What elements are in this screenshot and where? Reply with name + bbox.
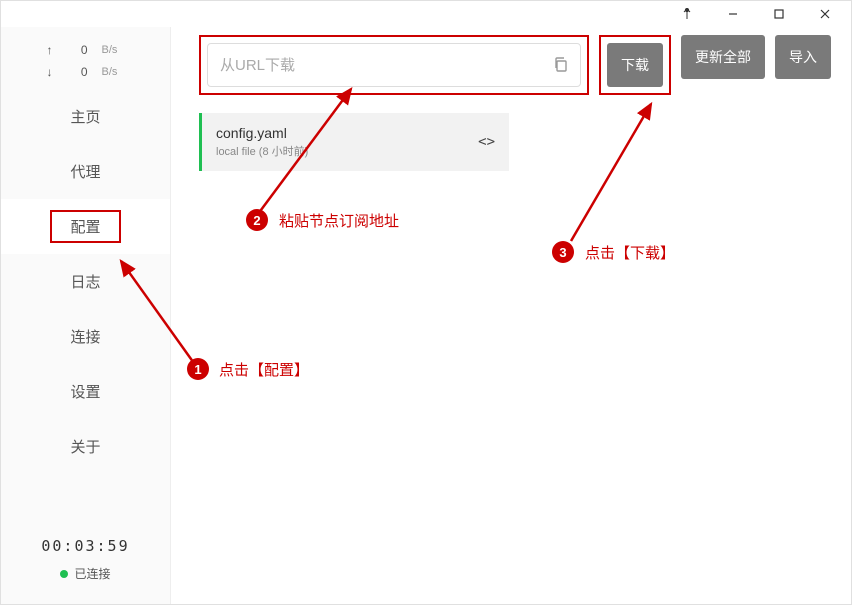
status-block: 00:03:59 已连接	[1, 521, 170, 604]
network-stats: ↑ 0 B/s ↓ 0 B/s	[1, 27, 170, 89]
minimize-button[interactable]	[711, 2, 755, 26]
pin-button[interactable]	[665, 2, 709, 26]
content-area: ↑ 0 B/s ↓ 0 B/s 主页 代理 配置 日志 连接 设置 关于	[1, 27, 851, 604]
download-stat: ↓ 0 B/s	[1, 61, 170, 83]
upload-stat: ↑ 0 B/s	[1, 39, 170, 61]
code-icon[interactable]: <>	[478, 134, 495, 150]
url-box-highlight	[199, 35, 589, 95]
copy-icon[interactable]	[552, 56, 570, 74]
url-input-wrap	[207, 43, 581, 87]
sidebar-item-connections[interactable]: 连接	[1, 309, 170, 364]
up-arrow-icon: ↑	[46, 43, 54, 57]
main-panel: 下载 更新全部 导入 config.yaml local file (8 小时前…	[171, 27, 851, 604]
config-meta: local file (8 小时前)	[216, 143, 478, 159]
down-arrow-icon: ↓	[46, 65, 54, 79]
connection-status: 已连接	[1, 565, 170, 582]
sidebar-item-config[interactable]: 配置	[1, 199, 170, 254]
close-icon	[819, 8, 831, 20]
sidebar-item-label: 设置	[70, 381, 100, 402]
close-button[interactable]	[803, 2, 847, 26]
download-value: 0	[68, 65, 88, 79]
pin-icon	[681, 8, 693, 20]
config-name: config.yaml	[216, 125, 478, 141]
url-toolbar: 下载 更新全部 导入	[199, 35, 831, 95]
upload-unit: B/s	[102, 44, 126, 56]
status-text: 已连接	[74, 565, 110, 582]
sidebar-item-proxy[interactable]: 代理	[1, 144, 170, 199]
sidebar-item-label: 配置	[50, 210, 120, 243]
titlebar	[1, 1, 851, 27]
app-window: ↑ 0 B/s ↓ 0 B/s 主页 代理 配置 日志 连接 设置 关于	[0, 0, 852, 605]
url-input[interactable]	[220, 44, 552, 86]
import-button[interactable]: 导入	[775, 35, 831, 79]
sidebar-item-label: 关于	[70, 436, 100, 457]
sidebar-item-label: 主页	[70, 106, 100, 127]
sidebar-item-label: 连接	[70, 326, 100, 347]
sidebar-item-label: 日志	[70, 271, 100, 292]
config-info: config.yaml local file (8 小时前)	[216, 125, 478, 159]
connection-timer: 00:03:59	[1, 537, 170, 555]
sidebar: ↑ 0 B/s ↓ 0 B/s 主页 代理 配置 日志 连接 设置 关于	[1, 27, 171, 604]
download-unit: B/s	[102, 66, 126, 78]
maximize-button[interactable]	[757, 2, 801, 26]
update-all-button[interactable]: 更新全部	[681, 35, 765, 79]
download-button[interactable]: 下载	[607, 43, 663, 87]
download-box-highlight: 下载	[599, 35, 671, 95]
nav-list: 主页 代理 配置 日志 连接 设置 关于	[1, 89, 170, 521]
sidebar-item-about[interactable]: 关于	[1, 419, 170, 474]
minimize-icon	[727, 8, 739, 20]
sidebar-item-settings[interactable]: 设置	[1, 364, 170, 419]
upload-value: 0	[68, 43, 88, 57]
config-card[interactable]: config.yaml local file (8 小时前) <>	[199, 113, 509, 171]
status-dot-icon	[60, 570, 68, 578]
maximize-icon	[773, 8, 785, 20]
sidebar-item-log[interactable]: 日志	[1, 254, 170, 309]
sidebar-item-label: 代理	[70, 161, 100, 182]
sidebar-item-home[interactable]: 主页	[1, 89, 170, 144]
